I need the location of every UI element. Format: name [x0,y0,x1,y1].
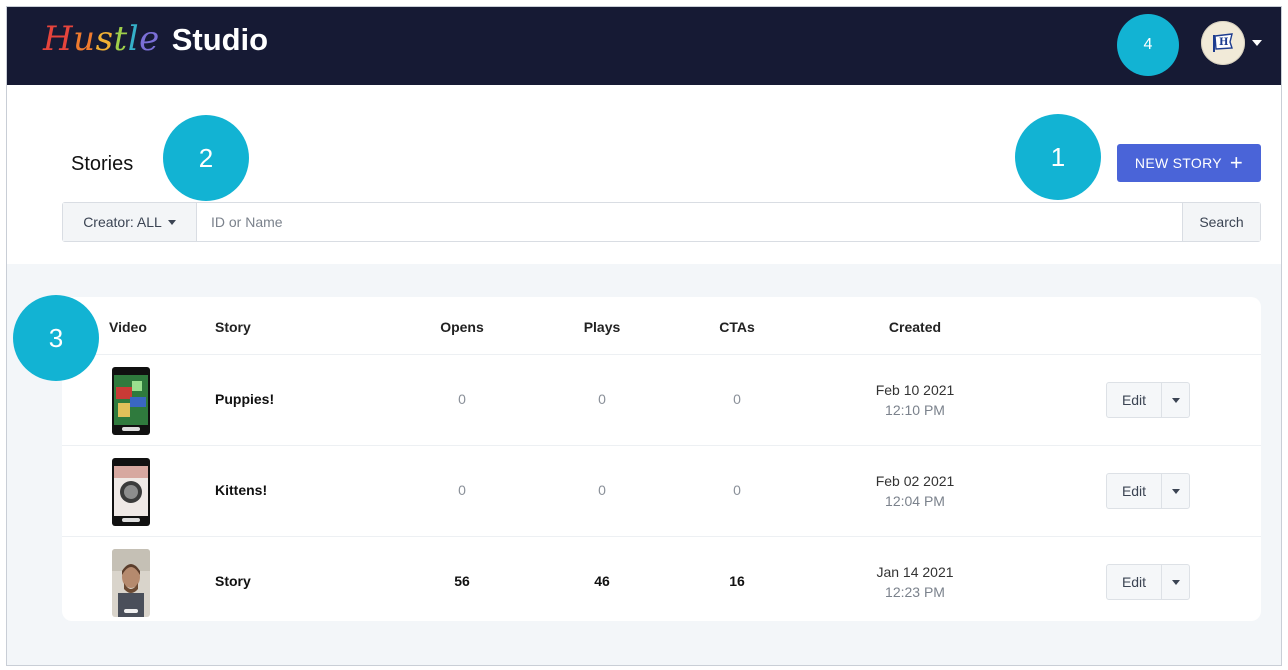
callout-badge-4: 4 [1117,14,1179,76]
svg-text:H: H [1219,37,1228,48]
opens-count: 0 [458,391,466,407]
column-header-ctas: CTAs [719,319,755,335]
search-bar: Creator: ALL Search [62,202,1261,242]
created-date: Feb 02 2021 12:04 PM [832,471,998,511]
avatar-dropdown-icon[interactable] [1252,40,1262,46]
created-date: Feb 10 2021 12:10 PM [832,380,998,420]
creator-filter-dropdown[interactable]: Creator: ALL [63,203,197,241]
callout-badge-1: 1 [1015,114,1101,200]
table-row[interactable]: Kittens! 0 0 0 Feb 02 2021 12:04 PM Edit [62,445,1261,537]
video-thumbnail[interactable] [112,367,150,435]
created-date-time: 12:23 PM [885,584,945,600]
opens-count: 0 [458,482,466,498]
search-input[interactable] [197,203,1182,241]
edit-dropdown-toggle[interactable] [1162,565,1189,599]
story-name[interactable]: Kittens! [215,482,267,498]
flag-h-icon: H [1213,33,1233,52]
ctas-count: 16 [729,573,745,589]
edit-button-group: Edit [1106,473,1190,509]
column-header-created: Created [888,319,942,335]
app-logo[interactable]: Hustle Studio [43,19,268,69]
created-date-time: 12:04 PM [885,493,945,509]
new-story-label: NEW STORY [1134,155,1222,171]
logo-hustle-text: Hustle [43,19,160,59]
edit-button[interactable]: Edit [1107,383,1162,417]
created-date-day: Feb 10 2021 [875,382,955,398]
callout-badge-3: 3 [13,295,99,381]
logo-studio-text: Studio [171,22,269,57]
chevron-down-icon [1171,579,1180,585]
plays-count: 46 [594,573,610,589]
edit-button[interactable]: Edit [1107,565,1162,599]
created-date-day: Feb 02 2021 [875,473,955,489]
video-thumbnail[interactable] [112,458,150,526]
created-date-time: 12:10 PM [885,402,945,418]
ctas-count: 0 [733,391,741,407]
top-navbar: Hustle Studio H [7,7,1281,85]
user-avatar[interactable]: H [1201,21,1245,65]
plus-icon: + [1229,150,1244,175]
column-header-plays: Plays [583,319,621,335]
search-button[interactable]: Search [1182,203,1260,241]
ctas-count: 0 [733,482,741,498]
created-date-day: Jan 14 2021 [876,564,954,580]
column-header-video: Video [109,319,147,335]
callout-badge-2: 2 [163,115,249,201]
plays-count: 0 [598,391,606,407]
chevron-down-icon [1171,488,1180,494]
new-story-button[interactable]: NEW STORY + [1117,144,1261,182]
table-row[interactable]: Story 56 46 16 Jan 14 2021 12:23 PM Edit [62,536,1261,628]
column-header-opens: Opens [440,319,484,335]
story-name[interactable]: Story [215,573,251,589]
edit-button[interactable]: Edit [1107,474,1162,508]
app-window: Hustle Studio H Stories NEW STORY + Crea… [6,6,1282,666]
chevron-down-icon [167,219,176,225]
table-row[interactable]: Puppies! 0 0 0 Feb 10 2021 12:10 PM Edit [62,354,1261,446]
created-date: Jan 14 2021 12:23 PM [832,562,998,602]
edit-button-group: Edit [1106,564,1190,600]
edit-button-group: Edit [1106,382,1190,418]
stories-table: Video Story Opens Plays CTAs Created Pup… [62,297,1261,621]
creator-filter-label: Creator: ALL [83,214,162,230]
story-name[interactable]: Puppies! [215,391,274,407]
edit-dropdown-toggle[interactable] [1162,383,1189,417]
edit-dropdown-toggle[interactable] [1162,474,1189,508]
opens-count: 56 [454,573,470,589]
page-title: Stories [71,153,134,175]
chevron-down-icon [1171,397,1180,403]
column-header-story: Story [215,319,251,335]
video-thumbnail[interactable] [112,549,150,617]
plays-count: 0 [598,482,606,498]
